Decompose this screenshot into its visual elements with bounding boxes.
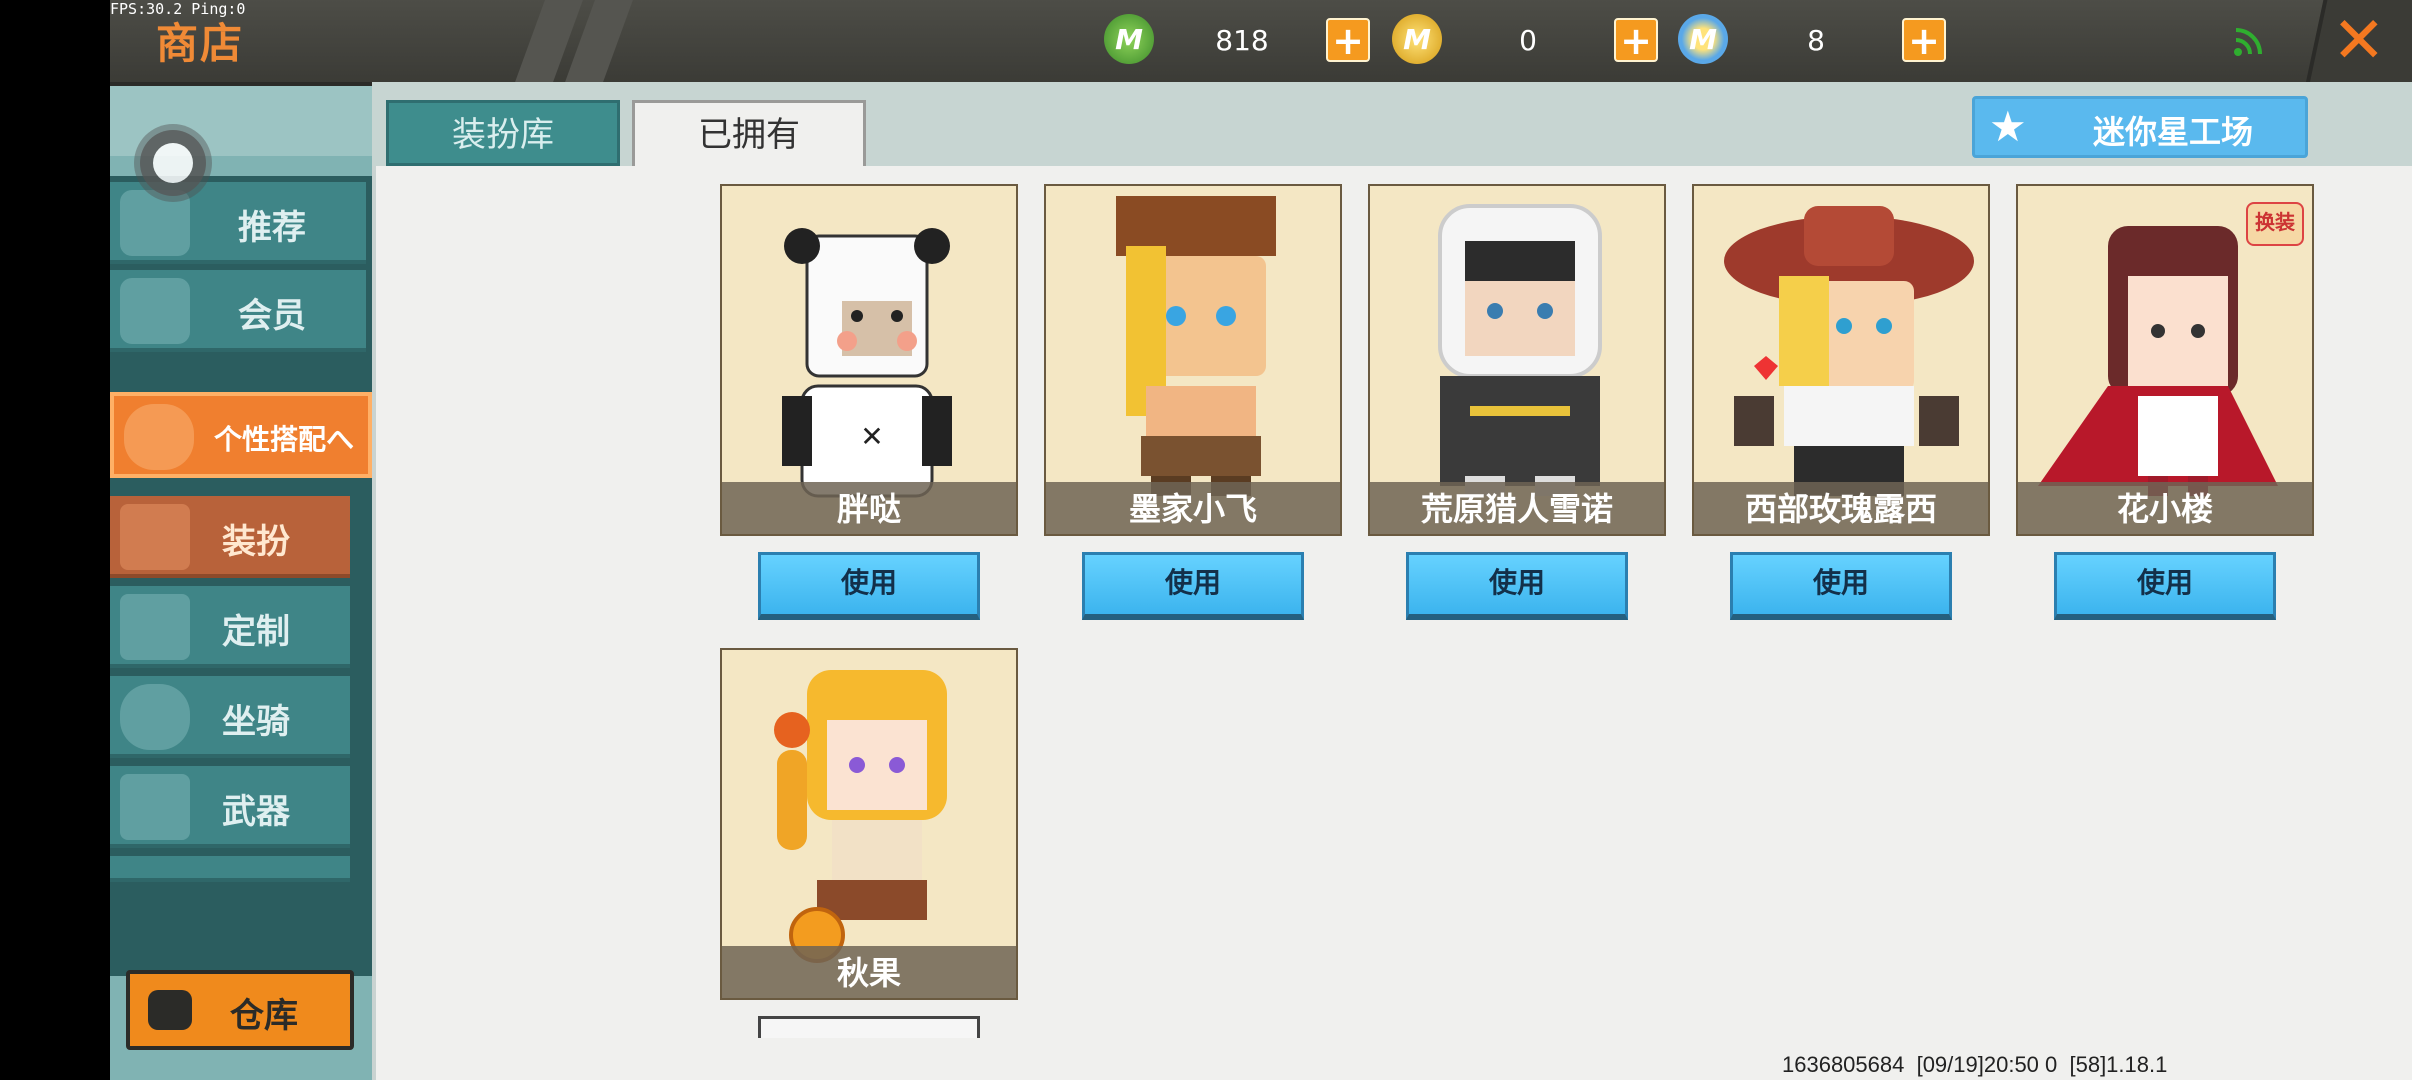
costume-card[interactable]: 秋果 [720, 648, 1018, 1000]
sidebar-item-costume[interactable]: 装扮 [110, 496, 350, 578]
signal-icon [2234, 28, 2262, 56]
tab-owned[interactable]: 已拥有 [632, 100, 866, 166]
tab-bar: 装扮库 已拥有 ★ 迷你星工场 [372, 82, 2412, 166]
sidebar-item-weapon[interactable]: 武器 [110, 766, 350, 848]
thumbs-up-icon [120, 190, 190, 256]
sidebar-item-mount[interactable]: 坐骑 [110, 676, 350, 758]
sidebar-item-label: 武器 [222, 792, 290, 832]
page-title: 商店 [156, 19, 245, 68]
costume-name: 花小楼 [2116, 490, 2213, 528]
use-button[interactable]: 使用 [1082, 552, 1304, 620]
warehouse-button[interactable]: 仓库 [126, 970, 354, 1050]
sidebar-item-label: 个性搭配へ [213, 423, 354, 456]
use-button[interactable]: 使用 [758, 552, 980, 620]
sidebar-item-label: 装扮 [222, 522, 290, 562]
add-green-gem-button[interactable]: + [1326, 18, 1370, 62]
tab-costume-library[interactable]: 装扮库 [386, 100, 620, 166]
use-button[interactable] [758, 1016, 980, 1038]
shirt-icon [120, 504, 190, 570]
blue-coin-count: 8 [1807, 24, 1825, 57]
sidebar-item-partial[interactable] [110, 856, 350, 882]
sidebar-item-label: 坐骑 [222, 702, 290, 742]
mini-star-studio-button[interactable]: ★ 迷你星工场 [1972, 96, 2308, 158]
trophy-icon [124, 404, 194, 470]
sidebar-item-label: 定制 [222, 612, 290, 652]
gun-icon [120, 774, 190, 840]
top-bar: 商店 M 818 + M 0 + M 8 + ✕ [110, 0, 2412, 86]
sidebar-item-personal-style[interactable]: 个性搭配へ [110, 392, 372, 478]
owned-items-grid: ✕ 胖哒 使用 墨家小飞 使用 荒原猎人雪诺 使用 西部玫瑰露西 使用 换装 花… [372, 166, 2412, 1080]
studio-label: 迷你星工场 [2093, 113, 2254, 151]
costume-card[interactable]: 换装 花小楼 [2016, 184, 2314, 536]
fps-readout: FPS:30.2 Ping:0 [110, 0, 246, 18]
costume-card[interactable]: 墨家小飞 [1044, 184, 1342, 536]
costume-name: 荒原猎人雪诺 [1420, 490, 1613, 528]
green-gem-count: 818 [1215, 24, 1269, 57]
close-icon[interactable]: ✕ [2332, 6, 2386, 76]
sidebar-item-recommend[interactable]: 推荐 [110, 182, 366, 264]
pencil-icon [120, 594, 190, 660]
costume-name: 胖哒 [836, 490, 901, 528]
add-gold-coin-button[interactable]: + [1614, 18, 1658, 62]
chest-icon [148, 990, 192, 1030]
use-button[interactable]: 使用 [1406, 552, 1628, 620]
costume-name: 西部玫瑰露西 [1744, 490, 1937, 528]
warehouse-label: 仓库 [230, 996, 298, 1036]
sidebar: 推荐 会员 个性搭配へ 装扮 定制 坐骑 武器 仓库 [110, 86, 372, 1080]
costume-card[interactable]: ✕ 胖哒 [720, 184, 1018, 536]
sidebar-item-label: 推荐 [238, 208, 306, 248]
mount-icon [120, 684, 190, 750]
add-blue-coin-button[interactable]: + [1902, 18, 1946, 62]
costume-card[interactable]: 西部玫瑰露西 [1692, 184, 1990, 536]
use-button[interactable]: 使用 [2054, 552, 2276, 620]
build-info: 1636805684 [09/19]20:50 0 [58]1.18.1 [1782, 1052, 2168, 1077]
gold-coin-count: 0 [1519, 24, 1537, 57]
swap-outfit-badge: 换装 [2246, 202, 2304, 246]
svg-text:✕: ✕ [860, 420, 883, 453]
sidebar-item-label: 会员 [238, 296, 306, 336]
costume-name: 墨家小飞 [1128, 490, 1257, 528]
joystick-handle[interactable] [140, 130, 206, 196]
store-screen: 商店 M 818 + M 0 + M 8 + ✕ FPS:30.2 Ping:0… [110, 0, 2412, 1080]
costume-card[interactable]: 荒原猎人雪诺 [1368, 184, 1666, 536]
member-card-icon [120, 278, 190, 344]
sidebar-item-custom[interactable]: 定制 [110, 586, 350, 668]
sidebar-item-member[interactable]: 会员 [110, 270, 366, 352]
use-button[interactable]: 使用 [1730, 552, 1952, 620]
costume-name: 秋果 [836, 954, 901, 992]
star-icon: ★ [1989, 102, 2027, 151]
